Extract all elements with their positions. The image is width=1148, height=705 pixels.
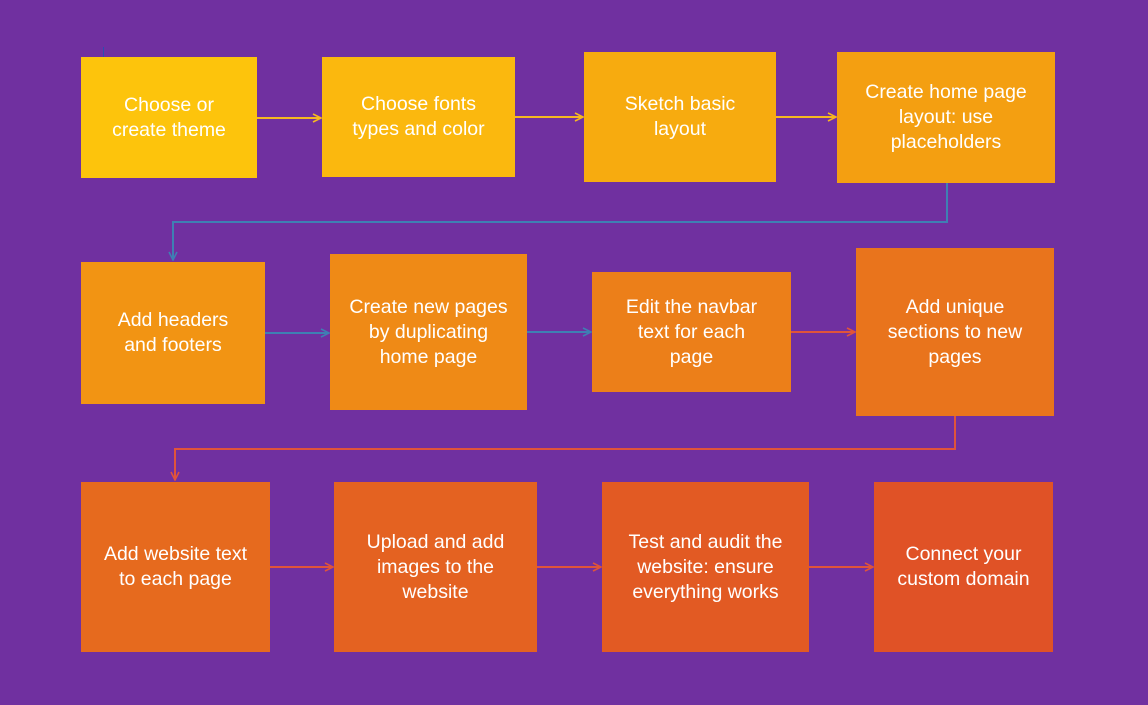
step-box-9: Add website text to each page — [81, 482, 270, 652]
step-box-11: Test and audit the website: ensure everyth… — [602, 482, 809, 652]
step-box-1: Choose or create theme — [81, 57, 257, 178]
step-label-line: page — [669, 345, 714, 368]
step-box-8: Add unique sections to new pages — [856, 248, 1054, 416]
step-label: Connect your custom domain — [897, 542, 1029, 592]
connector-arrow-4-to-5 — [173, 183, 948, 260]
step-box-10: Upload and add images to the website — [334, 482, 537, 652]
step-label-line: layout — [653, 118, 707, 140]
step-label-line: Create new pages — [349, 295, 508, 318]
step-label-line: Upload and add — [366, 530, 505, 553]
step-box-3: Sketch basic layout — [584, 52, 776, 182]
step-label-line: create theme — [112, 118, 226, 141]
step-label-line: custom domain — [897, 568, 1030, 590]
step-box-2: Choose fonts types and color — [322, 57, 515, 177]
step-label-line: images to the — [376, 555, 495, 578]
step-box-12: Connect your custom domain — [874, 482, 1053, 652]
step-label-line: Test and audit the — [628, 530, 783, 553]
step-label-line: placeholders — [890, 131, 1002, 153]
step-label-line: Choose or — [124, 93, 214, 116]
step-label: Create home page layout: use placeholders — [865, 80, 1027, 155]
step-label-line: Edit the navbar — [625, 295, 758, 318]
step-label-line: Add website text — [103, 543, 248, 565]
step-label-line: Add unique — [905, 295, 1005, 318]
step-label: Choose fonts types and color — [352, 92, 484, 142]
step-label-line: text for each — [637, 320, 746, 343]
step-label: Test and audit the website: ensure everyth… — [629, 530, 783, 605]
step-label: Upload and add images to the website — [367, 530, 505, 605]
step-box-5: Add headers and footers — [81, 262, 265, 404]
step-label-line: everything works — [632, 580, 779, 603]
step-label-line: Create home page — [865, 81, 1027, 103]
step-label: Create new pages by duplicating home page — [349, 295, 507, 370]
step-label-line: Connect your — [905, 543, 1022, 565]
step-label-line: Sketch basic — [624, 93, 736, 115]
step-label-line: by duplicating — [368, 320, 489, 343]
step-label: Choose or create theme — [112, 93, 226, 143]
step-label-line: sections to new — [887, 320, 1023, 343]
step-label-line: home page — [379, 345, 478, 368]
step-box-4: Create home page layout: use placeholders — [837, 52, 1055, 183]
step-label: Add unique sections to new pages — [888, 295, 1022, 370]
step-label-line: to each page — [119, 568, 232, 590]
step-label-line: Add headers — [117, 309, 229, 331]
connector-arrow-8-to-9 — [175, 416, 956, 480]
step-label: Edit the navbar text for each page — [626, 295, 757, 370]
step-label: Sketch basic layout — [625, 92, 736, 142]
step-label-line: layout: use — [898, 106, 994, 128]
step-label-line: website — [402, 580, 469, 603]
step-label-line: Choose fonts — [361, 93, 476, 115]
step-box-6: Create new pages by duplicating home page — [330, 254, 527, 410]
step-label: Add website text to each page — [104, 542, 247, 592]
step-label: Add headers and footers — [118, 308, 229, 358]
step-label-line: and footers — [124, 334, 222, 356]
step-box-7: Edit the navbar text for each page — [592, 272, 791, 392]
step-label-line: website: ensure — [637, 555, 774, 578]
step-label-line: types and color — [352, 118, 485, 140]
step-label-line: pages — [928, 345, 982, 368]
